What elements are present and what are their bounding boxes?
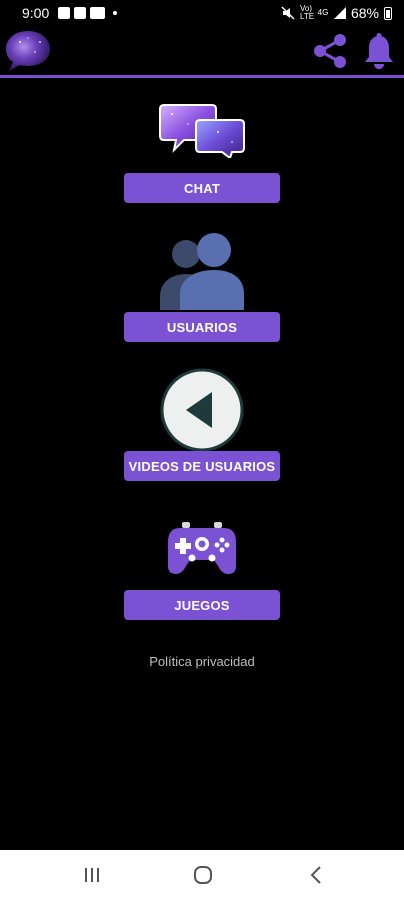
status-bar: 9:00 Vo) LTE 4G 68% — [0, 0, 404, 28]
app-notification-icon — [74, 7, 86, 19]
status-time: 9:00 — [22, 5, 50, 21]
users-icon[interactable] — [158, 230, 246, 310]
battery-icon — [384, 6, 392, 20]
app-screen: 9:00 Vo) LTE 4G 68% CHAT USUARIOS VIDEOS… — [0, 0, 404, 900]
chat-bubbles-icon[interactable] — [158, 102, 246, 158]
app-header — [0, 28, 404, 78]
gallery-icon — [58, 7, 70, 19]
header-divider — [0, 75, 404, 78]
battery-percent: 68% — [350, 5, 379, 21]
recent-apps-icon[interactable] — [77, 862, 107, 888]
games-button[interactable]: JUEGOS — [124, 590, 280, 620]
volte-indicator: Vo) LTE — [299, 5, 315, 21]
system-status-icons: Vo) LTE 4G 68% — [281, 5, 392, 21]
youtube-icon — [90, 7, 105, 19]
more-notifications-icon — [113, 11, 117, 15]
share-icon[interactable] — [312, 32, 348, 70]
privacy-policy-link[interactable]: Política privacidad — [0, 654, 404, 669]
bell-icon[interactable] — [362, 32, 396, 70]
gamepad-icon[interactable] — [166, 520, 238, 576]
signal-icon — [333, 7, 346, 19]
system-nav-bar — [0, 850, 404, 900]
back-icon[interactable] — [302, 862, 332, 888]
chat-button[interactable]: CHAT — [124, 173, 280, 203]
notification-icons — [58, 7, 117, 19]
app-logo-icon — [6, 31, 50, 71]
mute-icon — [281, 6, 295, 20]
home-icon[interactable] — [188, 862, 218, 888]
volte-bottom-text: LTE — [299, 12, 315, 21]
user-videos-button[interactable]: VIDEOS DE USUARIOS — [124, 451, 280, 481]
network-type: 4G — [317, 8, 329, 17]
play-video-icon[interactable] — [160, 368, 244, 452]
users-button[interactable]: USUARIOS — [124, 312, 280, 342]
